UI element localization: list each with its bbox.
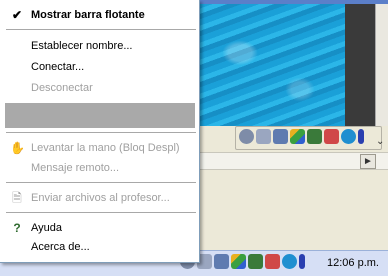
stop-icon[interactable] [265,254,280,269]
grid-icon[interactable] [307,129,322,144]
battery-icon[interactable] [299,254,305,269]
menu-item-disconnect: Desconectar [31,82,93,94]
menu-item-help[interactable]: ? Ayuda [0,219,199,237]
menu-highlight-bar [5,103,195,128]
stop-icon[interactable] [324,129,339,144]
menu-item-show-floating-bar[interactable]: ✔ Mostrar barra flotante [0,6,199,24]
vertical-scrollbar[interactable] [375,4,388,126]
menu-item-about[interactable]: Acerca de... [0,238,199,256]
scroll-right-arrow-icon[interactable]: ► [360,154,376,169]
menu-item-raise-hand: ✋ Levantar la mano (Bloq Despl) [10,141,180,155]
menu-separator [6,29,196,30]
colors-icon[interactable] [290,129,305,144]
grid-icon[interactable] [248,254,263,269]
menu-item-send-files: 🗎 Enviar archivos al profesor... [0,189,199,207]
image-shadow [345,4,375,126]
raise-hand-icon: ✋ [10,141,25,155]
checkmark-icon: ✔ [11,8,23,22]
horizontal-scrollbar[interactable]: ► [195,152,388,170]
network-icon[interactable] [256,129,271,144]
background-window: ⌄ ► [195,0,388,275]
battery-icon[interactable] [358,129,364,144]
menu-item-set-name[interactable]: Establecer nombre... [0,37,199,55]
context-menu: ✔ Mostrar barra flotante Establecer nomb… [0,0,200,263]
globe-icon[interactable] [341,129,356,144]
speaker-icon[interactable] [273,129,288,144]
water-image [195,4,345,126]
globe-icon[interactable] [282,254,297,269]
menu-item-remote-message: Mensaje remoto... [31,162,120,174]
floating-toolbar [235,126,382,150]
colors-icon[interactable] [231,254,246,269]
menu-separator [6,132,196,133]
chevron-down-icon[interactable]: ⌄ [376,136,388,148]
back-icon[interactable] [239,129,254,144]
menu-item-connect[interactable]: Conectar... [0,58,199,76]
help-icon: ? [13,221,21,235]
menu-separator [6,182,196,183]
taskbar-clock[interactable]: 12:06 p.m. [327,257,379,269]
speaker-icon[interactable] [214,254,229,269]
send-files-icon: 🗎 [12,191,22,205]
menu-separator [6,212,196,213]
